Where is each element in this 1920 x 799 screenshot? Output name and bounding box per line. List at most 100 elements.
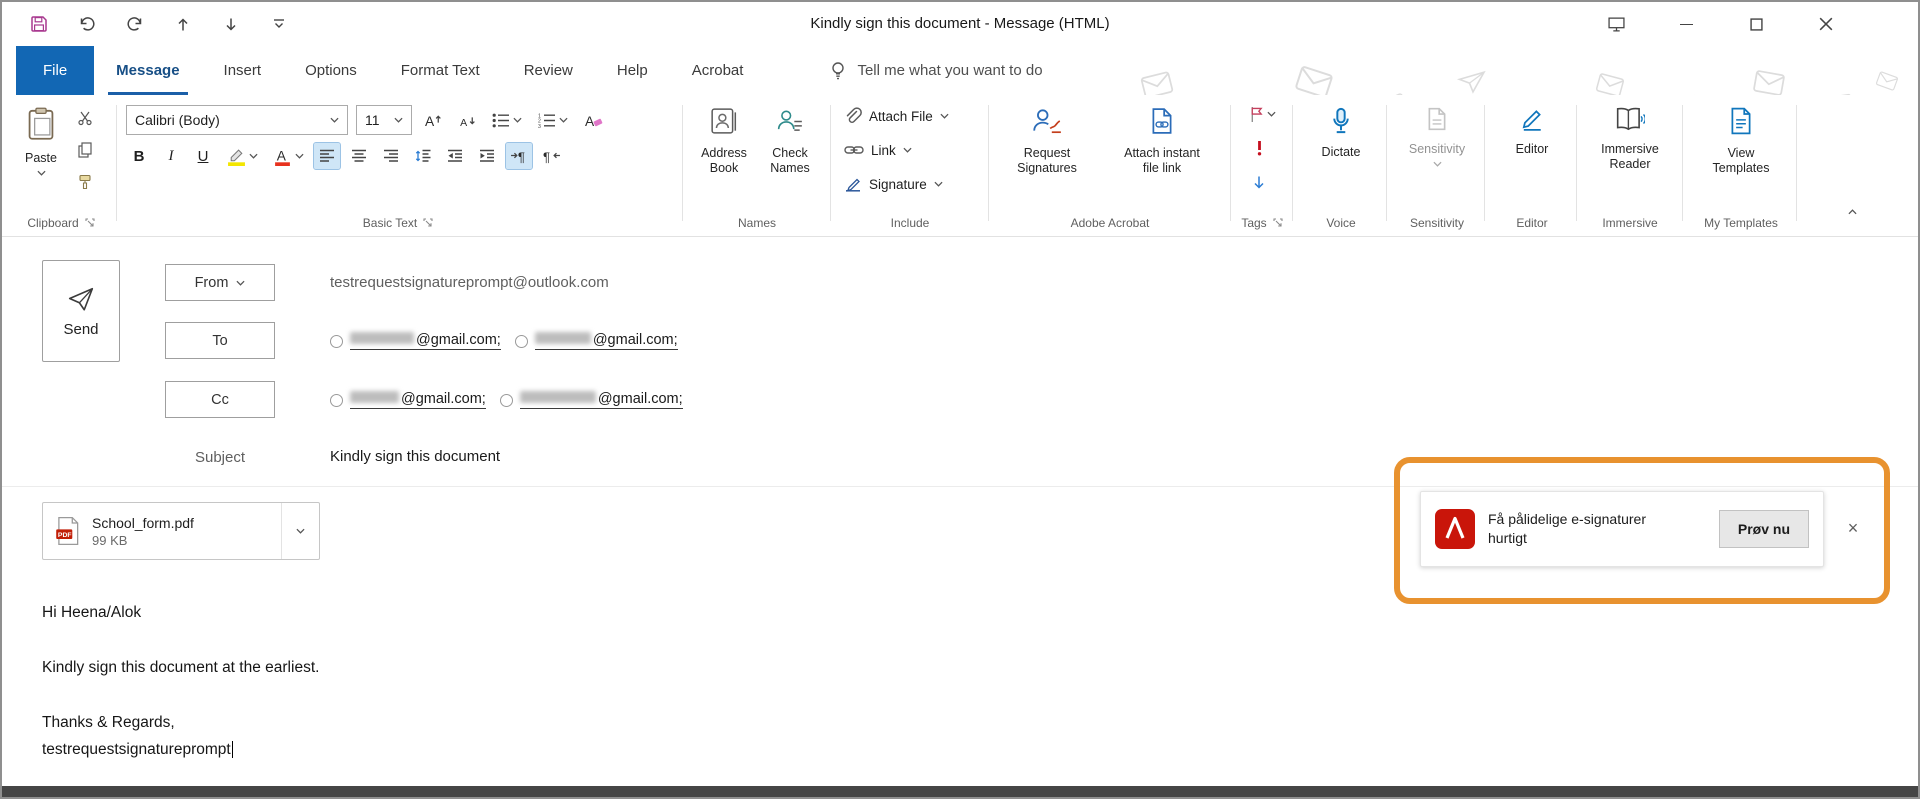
close-window-button[interactable] xyxy=(1814,12,1838,36)
immersive-reader-label-1: Immersive xyxy=(1601,142,1659,157)
subject-value[interactable]: Kindly sign this document xyxy=(330,448,500,465)
dialog-launcher-icon[interactable] xyxy=(1273,218,1283,228)
from-address-value[interactable]: testrequestsignatureprompt@outlook.com xyxy=(330,274,609,291)
attach-instant-file-link-button[interactable]: Attach instant file link xyxy=(1102,99,1222,209)
sensitivity-button[interactable]: Sensitivity xyxy=(1394,99,1480,209)
tab-message[interactable]: Message xyxy=(94,46,201,95)
follow-up-flag-button[interactable] xyxy=(1242,101,1282,127)
try-now-button[interactable]: Prøv nu xyxy=(1719,510,1809,548)
minimize-button[interactable] xyxy=(1674,12,1698,36)
italic-button[interactable]: I xyxy=(158,143,184,169)
ribbon-display-options-button[interactable] xyxy=(1604,12,1628,36)
cc-field-button[interactable]: Cc xyxy=(165,381,275,418)
underline-button[interactable]: U xyxy=(190,143,216,169)
decrease-indent-button[interactable] xyxy=(442,143,468,169)
editor-button[interactable]: Editor xyxy=(1494,99,1570,209)
font-color-button[interactable] xyxy=(268,143,308,169)
maximize-button[interactable] xyxy=(1744,12,1768,36)
numbering-button[interactable] xyxy=(534,107,572,133)
tab-acrobat[interactable]: Acrobat xyxy=(670,46,766,95)
signature-button[interactable]: Signature xyxy=(844,171,943,197)
immersive-group-label-row: Immersive xyxy=(1582,216,1678,230)
group-divider xyxy=(1292,105,1293,221)
line-spacing-button[interactable] xyxy=(410,143,436,169)
send-button[interactable]: Send xyxy=(42,260,120,362)
undo-button[interactable] xyxy=(76,13,98,35)
cc-label: Cc xyxy=(211,392,229,408)
recipient-chip[interactable]: @gmail.com; xyxy=(330,391,486,409)
from-field-button[interactable]: From xyxy=(165,264,275,301)
recipient-domain: @gmail.com; xyxy=(598,391,683,407)
save-button[interactable] xyxy=(28,13,50,35)
tab-insert[interactable]: Insert xyxy=(202,46,284,95)
view-templates-button[interactable]: View Templates xyxy=(1692,99,1790,209)
attachment-menu-button[interactable] xyxy=(281,503,319,559)
recipient-domain: @gmail.com; xyxy=(416,332,501,348)
basic-text-group-label: Basic Text xyxy=(363,216,417,230)
immersive-reader-button[interactable]: Immersive Reader xyxy=(1584,99,1676,209)
request-signatures-button[interactable]: Request Signatures xyxy=(994,99,1100,209)
redacted-name xyxy=(350,332,414,344)
to-field-button[interactable]: To xyxy=(165,322,275,359)
bullets-button[interactable] xyxy=(488,107,526,133)
align-left-button[interactable] xyxy=(314,143,340,169)
outlook-message-window: Kindly sign this document - Message (HTM… xyxy=(0,0,1920,799)
tab-options[interactable]: Options xyxy=(283,46,379,95)
recipient-chip[interactable]: @gmail.com; xyxy=(330,332,501,350)
check-names-button[interactable]: Check Names xyxy=(758,99,822,209)
clear-formatting-button[interactable] xyxy=(580,107,606,133)
copy-button[interactable] xyxy=(72,137,98,163)
collapse-ribbon-button[interactable] xyxy=(1840,202,1864,222)
align-center-button[interactable] xyxy=(346,143,372,169)
customize-quick-access-button[interactable] xyxy=(268,13,290,35)
right-to-left-direction-button[interactable] xyxy=(538,143,564,169)
banner-close-button[interactable]: × xyxy=(1842,517,1864,539)
bold-button[interactable]: B xyxy=(126,143,152,169)
paste-button[interactable]: Paste xyxy=(14,99,68,209)
dialog-launcher-icon[interactable] xyxy=(85,218,95,228)
tab-review[interactable]: Review xyxy=(502,46,595,95)
align-right-button[interactable] xyxy=(378,143,404,169)
format-painter-button[interactable] xyxy=(72,169,98,195)
low-importance-button[interactable] xyxy=(1246,169,1272,195)
redo-button[interactable] xyxy=(124,13,146,35)
sensitivity-group-label-row: Sensitivity xyxy=(1392,216,1482,230)
request-signatures-label-2: Signatures xyxy=(1017,161,1077,176)
link-button[interactable]: Link xyxy=(844,137,912,163)
increase-indent-button[interactable] xyxy=(474,143,500,169)
shrink-font-button[interactable] xyxy=(454,107,480,133)
tab-format-text[interactable]: Format Text xyxy=(379,46,502,95)
recipient-chip[interactable]: @gmail.com; xyxy=(500,391,683,409)
immersive-group-label: Immersive xyxy=(1602,216,1657,230)
tell-me-box[interactable]: Tell me what you want to do xyxy=(829,46,1042,95)
attach-file-button[interactable]: Attach File xyxy=(844,103,949,129)
font-name-select[interactable]: Calibri (Body) xyxy=(126,105,348,135)
rtl-direction-icon xyxy=(542,148,561,164)
dictate-button[interactable]: Dictate xyxy=(1302,99,1380,209)
attachment-card[interactable]: School_form.pdf 99 KB xyxy=(42,502,320,560)
body-request[interactable]: Kindly sign this document at the earlies… xyxy=(42,659,319,677)
text-highlight-button[interactable] xyxy=(222,143,262,169)
cut-button[interactable] xyxy=(72,105,98,131)
body-signoff[interactable]: Thanks & Regards, xyxy=(42,714,175,732)
left-to-right-direction-button[interactable] xyxy=(506,143,532,169)
tab-help[interactable]: Help xyxy=(595,46,670,95)
recipient-domain: @gmail.com; xyxy=(401,391,486,407)
high-importance-button[interactable] xyxy=(1246,135,1272,161)
move-up-button[interactable] xyxy=(172,13,194,35)
font-size-select[interactable]: 11 xyxy=(356,105,412,135)
body-greeting[interactable]: Hi Heena/Alok xyxy=(42,604,141,622)
move-down-button[interactable] xyxy=(220,13,242,35)
dialog-launcher-icon[interactable] xyxy=(423,218,433,228)
recipient-address: @gmail.com; xyxy=(350,332,501,350)
banner-text-line2: hurtigt xyxy=(1488,529,1646,548)
chevron-down-icon xyxy=(559,117,568,123)
align-right-icon xyxy=(383,149,399,163)
tab-file[interactable]: File xyxy=(16,46,94,95)
recipient-chip[interactable]: @gmail.com; xyxy=(515,332,678,350)
attachment-filename: School_form.pdf xyxy=(92,514,194,532)
address-book-button[interactable]: Address Book xyxy=(692,99,756,209)
body-signature-line[interactable]: testrequestsignatureprompt xyxy=(42,741,233,759)
grow-font-button[interactable] xyxy=(420,107,446,133)
chevron-down-icon xyxy=(1433,161,1442,167)
